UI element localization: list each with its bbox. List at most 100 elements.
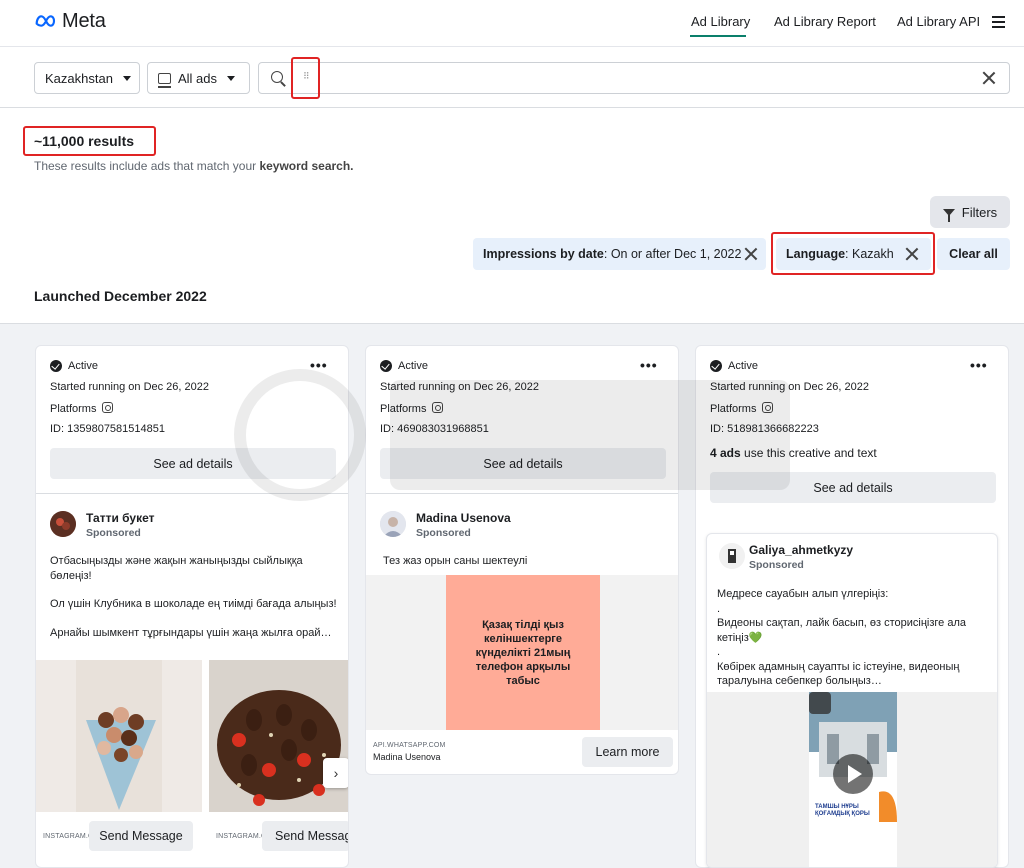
ad-preview-card: Galiya_ahmetkyzy Sponsored Медресе сауаб…	[706, 533, 998, 868]
page-name[interactable]: Татти букет	[86, 511, 155, 525]
more-options-icon[interactable]: •••	[970, 358, 988, 372]
annotation-highlight	[771, 232, 935, 275]
ad-text-paragraph: .	[717, 646, 721, 658]
active-check-icon	[50, 360, 62, 372]
ad-started: Started running on Dec 26, 2022	[50, 381, 210, 393]
chip-value: : On or after Dec 1, 2022	[603, 247, 742, 261]
annotation-highlight	[291, 57, 320, 99]
send-message-button[interactable]: Send Message	[89, 821, 193, 851]
ad-text-paragraph: Отбасыңызды және жақын жаныңызды сыйлыққ…	[50, 555, 303, 582]
filter-icon	[942, 208, 955, 222]
sponsored-label: Sponsored	[416, 527, 471, 539]
link-domain: API.WHATSAPP.COM	[373, 742, 446, 749]
nav-ad-library-report[interactable]: Ad Library Report	[774, 14, 876, 29]
ad-text-paragraph: Видеоны сақтап, лайк басып, өз сторисіңі…	[717, 617, 967, 644]
ad-platforms: Platforms	[50, 402, 114, 415]
search-row: Kazakhstan All ads ⠿	[0, 47, 1024, 108]
instagram-icon	[432, 402, 444, 413]
hamburger-icon[interactable]	[992, 16, 1005, 28]
play-icon[interactable]	[833, 754, 873, 794]
learn-more-button[interactable]: Learn more	[582, 737, 673, 767]
ad-card: Active ••• Started running on Dec 26, 20…	[35, 345, 349, 868]
creative-image: Қазақ тілді қыз келіншектерге күнделікті…	[446, 575, 600, 730]
platforms-label: Platforms	[710, 403, 757, 415]
ad-type-value: All ads	[178, 70, 218, 86]
ad-creative[interactable]: Қазақ тілді қыз келіншектерге күнделікті…	[366, 575, 678, 730]
ad-text-paragraph: Медресе сауабын алып үлгеріңіз:	[717, 588, 889, 600]
nav-ad-library-api[interactable]: Ad Library API	[897, 14, 980, 29]
ad-id: ID: 469083031968851	[380, 423, 489, 435]
results-note: These results include ads that match you…	[34, 159, 354, 173]
see-ad-details-button[interactable]: See ad details	[380, 448, 666, 479]
chocolate-bouquet-image	[76, 660, 162, 812]
chocolate-strawberries-image	[209, 660, 348, 812]
see-ad-details-button[interactable]: See ad details	[710, 472, 996, 503]
video-caption: ТАМШЫ НҰРЫ ҚОҒАМДЫҚ ҚОРЫ	[815, 804, 870, 817]
divider	[36, 493, 348, 494]
ad-id: ID: 1359807581514851	[50, 423, 165, 435]
multi-ads-text: use this creative and text	[740, 446, 877, 460]
ad-video[interactable]: ТАМШЫ НҰРЫ ҚОҒАМДЫҚ ҚОРЫ	[707, 692, 997, 867]
avatar-image	[380, 511, 406, 537]
country-value: Kazakhstan	[45, 70, 113, 86]
ad-body-text: Отбасыңызды және жақын жаныңызды сыйлыққ…	[50, 554, 338, 640]
chevron-right-icon[interactable]: ›	[323, 758, 348, 788]
ad-body-text: Тез жаз орын саны шектеулі	[383, 555, 528, 567]
ad-text-paragraph: Көбірек адамның сауапты іс істеуіне, вид…	[717, 660, 960, 688]
link-title: Madina Usenova	[373, 752, 441, 762]
sponsored-label: Sponsored	[749, 559, 804, 571]
close-icon[interactable]	[982, 71, 996, 85]
results-note-bold: keyword search.	[259, 159, 354, 173]
page-name[interactable]: Madina Usenova	[416, 511, 511, 525]
results-note-text: These results include ads that match you…	[34, 159, 260, 173]
close-icon[interactable]	[744, 247, 758, 261]
ad-id: ID: 518981366682223	[710, 423, 819, 435]
annotation-highlight	[23, 126, 156, 156]
page-name[interactable]: Galiya_ahmetkyzy	[749, 543, 853, 557]
active-check-icon	[380, 360, 392, 372]
logo-text: Meta	[62, 9, 106, 32]
ad-text-paragraph: Арнайы шымкент тұрғындары үшін жаңа жылғ…	[50, 626, 332, 639]
ad-text-paragraph: Ол үшін Клубника в шоколаде ең тиімді ба…	[50, 598, 337, 610]
avatar-image	[719, 543, 745, 569]
ad-status: Active	[398, 360, 428, 372]
filters-button[interactable]: Filters	[930, 196, 1010, 228]
nav-ad-library[interactable]: Ad Library	[691, 14, 750, 29]
search-icon	[271, 71, 283, 83]
filter-chip-impressions[interactable]: Impressions by date: On or after Dec 1, …	[473, 238, 766, 270]
ad-type-select[interactable]: All ads	[147, 62, 250, 94]
multi-ads-count[interactable]: 4 ads	[710, 446, 741, 460]
platforms-label: Platforms	[380, 403, 427, 415]
ad-started: Started running on Dec 26, 2022	[380, 381, 540, 393]
chip-key: Impressions by date	[483, 247, 604, 261]
see-ad-details-button[interactable]: See ad details	[50, 448, 336, 479]
carousel-image[interactable]	[36, 660, 202, 812]
ad-status: Active	[728, 360, 758, 372]
carousel-image[interactable]	[209, 660, 348, 812]
more-options-icon[interactable]: •••	[640, 358, 658, 372]
multi-ads-note: 4 ads use this creative and text	[710, 446, 877, 460]
instagram-icon	[102, 402, 114, 413]
video-frame: ТАМШЫ НҰРЫ ҚОҒАМДЫҚ ҚОРЫ	[809, 692, 897, 867]
sponsored-label: Sponsored	[86, 527, 141, 539]
tv-icon	[158, 72, 171, 88]
filters-label: Filters	[961, 204, 998, 220]
active-check-icon	[710, 360, 722, 372]
nav-active-indicator	[690, 35, 746, 37]
ad-started: Started running on Dec 26, 2022	[710, 381, 870, 393]
search-input[interactable]: ⠿	[258, 62, 1010, 94]
clear-all-button[interactable]: Clear all	[937, 238, 1010, 270]
divider	[366, 493, 678, 494]
avatar	[719, 543, 745, 569]
platforms-label: Platforms	[50, 403, 97, 415]
ad-text-paragraph: .	[717, 602, 721, 615]
more-options-icon[interactable]: •••	[310, 358, 328, 372]
meta-infinity-icon	[35, 15, 56, 27]
send-message-button[interactable]: Send Message	[262, 821, 348, 851]
section-title: Launched December 2022	[34, 288, 207, 304]
ad-platforms: Platforms	[710, 402, 774, 415]
avatar-image	[50, 511, 76, 537]
country-select[interactable]: Kazakhstan	[34, 62, 140, 94]
chevron-down-icon	[122, 75, 131, 81]
meta-logo[interactable]: Meta	[34, 9, 106, 33]
